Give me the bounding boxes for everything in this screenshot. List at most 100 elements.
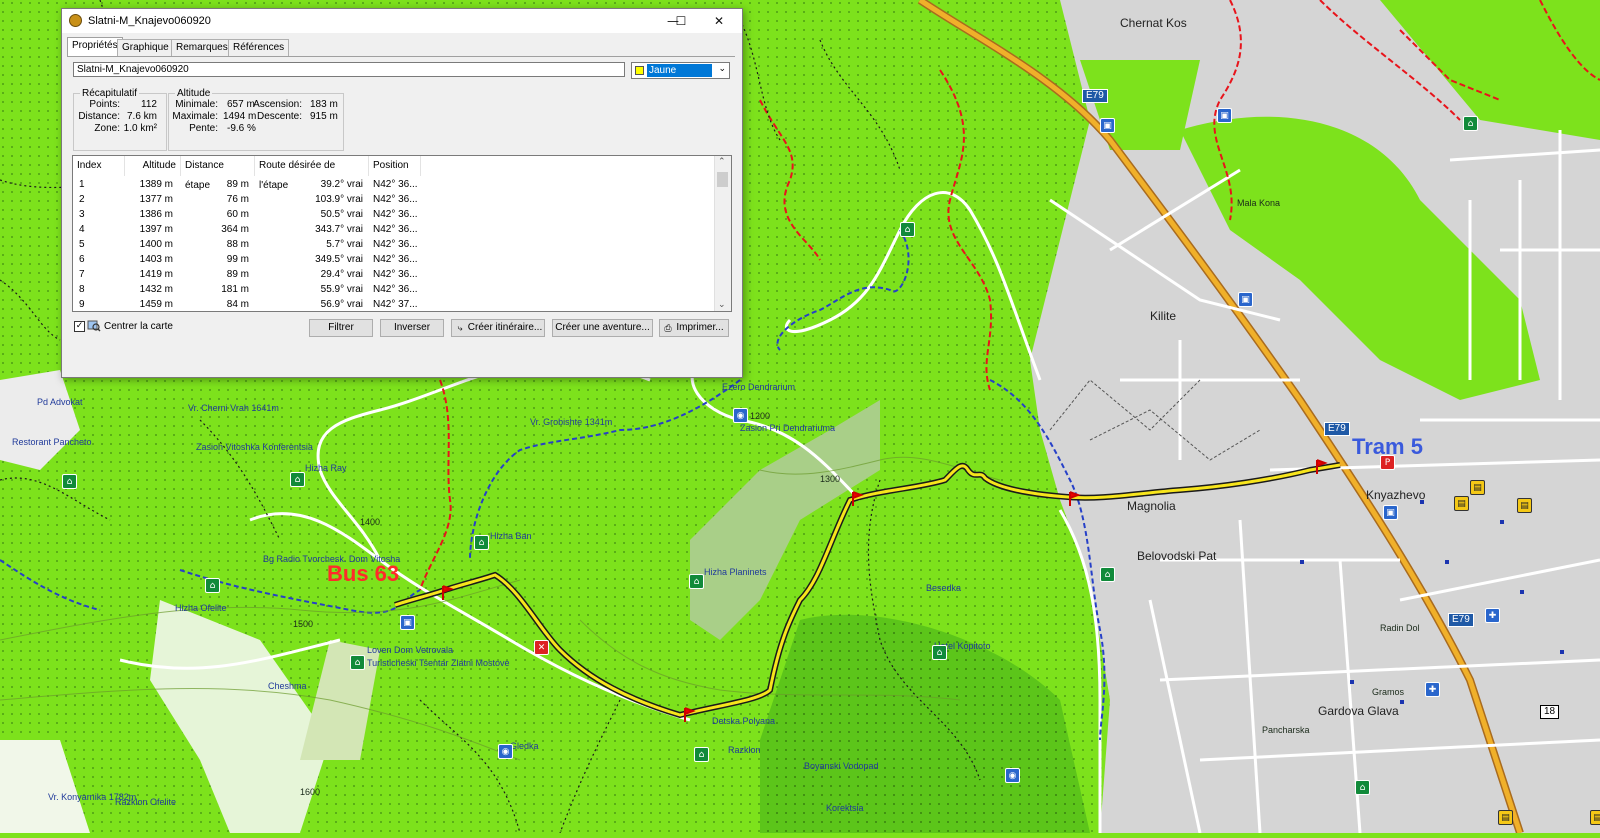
bus-stop-icon[interactable]: ▣ bbox=[1238, 292, 1253, 307]
bus-stop-icon[interactable]: ▣ bbox=[1100, 118, 1115, 133]
e79-shield-3: E79 bbox=[1448, 613, 1474, 627]
table-row[interactable]: 1 1389 m 89 m 39.2° vrai N42° 36... bbox=[73, 177, 715, 192]
hut-icon[interactable]: ⌂ bbox=[1100, 567, 1115, 582]
scroll-down-icon[interactable]: ⌄ bbox=[718, 300, 726, 310]
hut-icon[interactable]: ⌂ bbox=[62, 474, 77, 489]
center-map-checkbox[interactable]: ✓ bbox=[74, 321, 85, 332]
col-header-index[interactable]: Index bbox=[73, 156, 125, 176]
hospital-icon[interactable]: ✚ bbox=[1425, 682, 1440, 697]
vertical-scrollbar[interactable]: ⌃ ⌄ bbox=[714, 156, 731, 311]
table-cell: 1 bbox=[79, 179, 85, 190]
scroll-up-icon[interactable]: ⌃ bbox=[718, 157, 726, 167]
table-cell: 89 m bbox=[226, 179, 249, 190]
table-row[interactable]: 9 1459 m 84 m 56.9° vrai N42° 37... bbox=[73, 297, 715, 311]
hut-icon[interactable]: ⌂ bbox=[205, 578, 220, 593]
reverse-button[interactable]: Inverser bbox=[380, 319, 444, 337]
zone-label: Zone: bbox=[94, 123, 120, 134]
viewpoint-icon[interactable]: ◉ bbox=[1005, 768, 1020, 783]
boyanski-label: Boyanski Vodopad bbox=[804, 761, 879, 771]
create-adventure-button[interactable]: Créer une aventure... bbox=[552, 319, 653, 337]
gledka-label: Gledka bbox=[510, 741, 539, 751]
viewpoint-icon[interactable]: ◉ bbox=[498, 744, 513, 759]
table-cell: 1419 m bbox=[139, 269, 173, 280]
bus-stop-icon[interactable]: ▣ bbox=[1217, 108, 1232, 123]
hut-icon[interactable]: ⌂ bbox=[1355, 780, 1370, 795]
hizha-ban-label: Hizha Ban bbox=[490, 531, 532, 541]
create-route-button[interactable]: ⤷ Créer itinéraire... bbox=[451, 319, 545, 337]
shop-icon[interactable]: ▤ bbox=[1454, 496, 1469, 511]
shop-icon[interactable]: ▤ bbox=[1470, 480, 1485, 495]
map-search-icon bbox=[87, 320, 101, 332]
vr-konyarnika-label: Vr. Konyarnika 1782m bbox=[48, 792, 137, 802]
table-cell: 99 m bbox=[226, 254, 249, 265]
bus-stop-icon[interactable]: ▣ bbox=[400, 615, 415, 630]
hut-icon[interactable]: ⌂ bbox=[932, 645, 947, 660]
table-cell: N42° 36... bbox=[373, 254, 418, 265]
table-cell: N42° 36... bbox=[373, 179, 418, 190]
table-cell: N42° 36... bbox=[373, 224, 418, 235]
table-cell: 50.5° vrai bbox=[320, 209, 363, 220]
print-button[interactable]: ⎙ Imprimer... bbox=[659, 319, 729, 337]
table-cell: N42° 36... bbox=[373, 209, 418, 220]
pod-advokat-label: Pd Advokat bbox=[37, 397, 83, 407]
shop-icon[interactable]: ▤ bbox=[1590, 810, 1600, 825]
hut-icon[interactable]: ⌂ bbox=[689, 574, 704, 589]
distance-value: 7.6 km bbox=[126, 111, 157, 122]
table-row[interactable]: 4 1397 m 364 m 343.7° vrai N42° 36... bbox=[73, 222, 715, 237]
min-label: Minimale: bbox=[175, 99, 218, 110]
tab-graph[interactable]: Graphique bbox=[117, 39, 174, 56]
radin-label: Radin Dol bbox=[1380, 623, 1420, 633]
points-table[interactable]: Index Altitude Distance étape Route dési… bbox=[72, 155, 732, 312]
table-row[interactable]: 5 1400 m 88 m 5.7° vrai N42° 36... bbox=[73, 237, 715, 252]
table-cell: 8 bbox=[79, 284, 85, 295]
col-header-route[interactable]: Route désirée de l'étape bbox=[255, 156, 369, 191]
table-cell: 103.9° vrai bbox=[315, 194, 363, 205]
tram-stop-icon[interactable]: ▣ bbox=[1383, 505, 1398, 520]
hizha-ray-label: Hizha Ray bbox=[305, 463, 347, 473]
restaurant-icon[interactable]: ✕ bbox=[534, 640, 549, 655]
table-cell: 5 bbox=[79, 239, 85, 250]
table-cell: 1389 m bbox=[139, 179, 173, 190]
zone-value: 1.0 km² bbox=[123, 123, 157, 134]
table-row[interactable]: 8 1432 m 181 m 55.9° vrai N42° 36... bbox=[73, 282, 715, 297]
table-row[interactable]: 2 1377 m 76 m 103.9° vrai N42° 36... bbox=[73, 192, 715, 207]
table-cell: 88 m bbox=[226, 239, 249, 250]
descent-value: 915 m bbox=[310, 111, 338, 122]
tab-properties[interactable]: Propriétés bbox=[67, 37, 123, 57]
table-row[interactable]: 6 1403 m 99 m 349.5° vrai N42° 36... bbox=[73, 252, 715, 267]
color-select[interactable]: Jaune ⌄ bbox=[631, 62, 730, 79]
viewpoint-icon[interactable]: ◉ bbox=[733, 408, 748, 423]
title-bar[interactable]: Slatni-M_Knajevo060920 — ☐ ✕ bbox=[62, 9, 742, 33]
parking-icon[interactable]: P bbox=[1380, 455, 1395, 470]
hut-icon[interactable]: ⌂ bbox=[1463, 116, 1478, 131]
tab-references[interactable]: Références bbox=[228, 39, 290, 56]
app-icon bbox=[69, 14, 82, 27]
e79-shield-2: E79 bbox=[1324, 422, 1350, 436]
gramos-label: Gramos bbox=[1372, 687, 1405, 697]
hut-icon[interactable]: ⌂ bbox=[474, 535, 489, 550]
shop-icon[interactable]: ▤ bbox=[1517, 498, 1532, 513]
col-header-altitude[interactable]: Altitude bbox=[125, 156, 181, 176]
vr-cherni-label: Vr. Cherni Vrah 1641m bbox=[188, 403, 279, 413]
table-cell: 349.5° vrai bbox=[315, 254, 363, 265]
table-cell: 29.4° vrai bbox=[320, 269, 363, 280]
track-name-input[interactable] bbox=[73, 62, 625, 77]
close-button[interactable]: ✕ bbox=[696, 9, 742, 33]
hut-icon[interactable]: ⌂ bbox=[694, 747, 709, 762]
hut-icon[interactable]: ⌂ bbox=[900, 222, 915, 237]
filter-button[interactable]: Filtrer bbox=[309, 319, 373, 337]
points-label: Points: bbox=[89, 99, 120, 110]
road-18-shield: 18 bbox=[1540, 705, 1560, 719]
tab-remarks[interactable]: Remarques bbox=[171, 39, 233, 56]
scroll-thumb[interactable] bbox=[717, 172, 728, 187]
table-cell: 5.7° vrai bbox=[326, 239, 363, 250]
hut-icon[interactable]: ⌂ bbox=[290, 472, 305, 487]
hospital-icon[interactable]: ✚ bbox=[1485, 608, 1500, 623]
col-header-distance[interactable]: Distance étape bbox=[181, 156, 255, 191]
hut-icon[interactable]: ⌂ bbox=[350, 655, 365, 670]
table-row[interactable]: 3 1386 m 60 m 50.5° vrai N42° 36... bbox=[73, 207, 715, 222]
table-row[interactable]: 7 1419 m 89 m 29.4° vrai N42° 36... bbox=[73, 267, 715, 282]
contour-1600: 1600 bbox=[300, 787, 321, 797]
col-header-position[interactable]: Position bbox=[369, 156, 421, 176]
shop-icon[interactable]: ▤ bbox=[1498, 810, 1513, 825]
